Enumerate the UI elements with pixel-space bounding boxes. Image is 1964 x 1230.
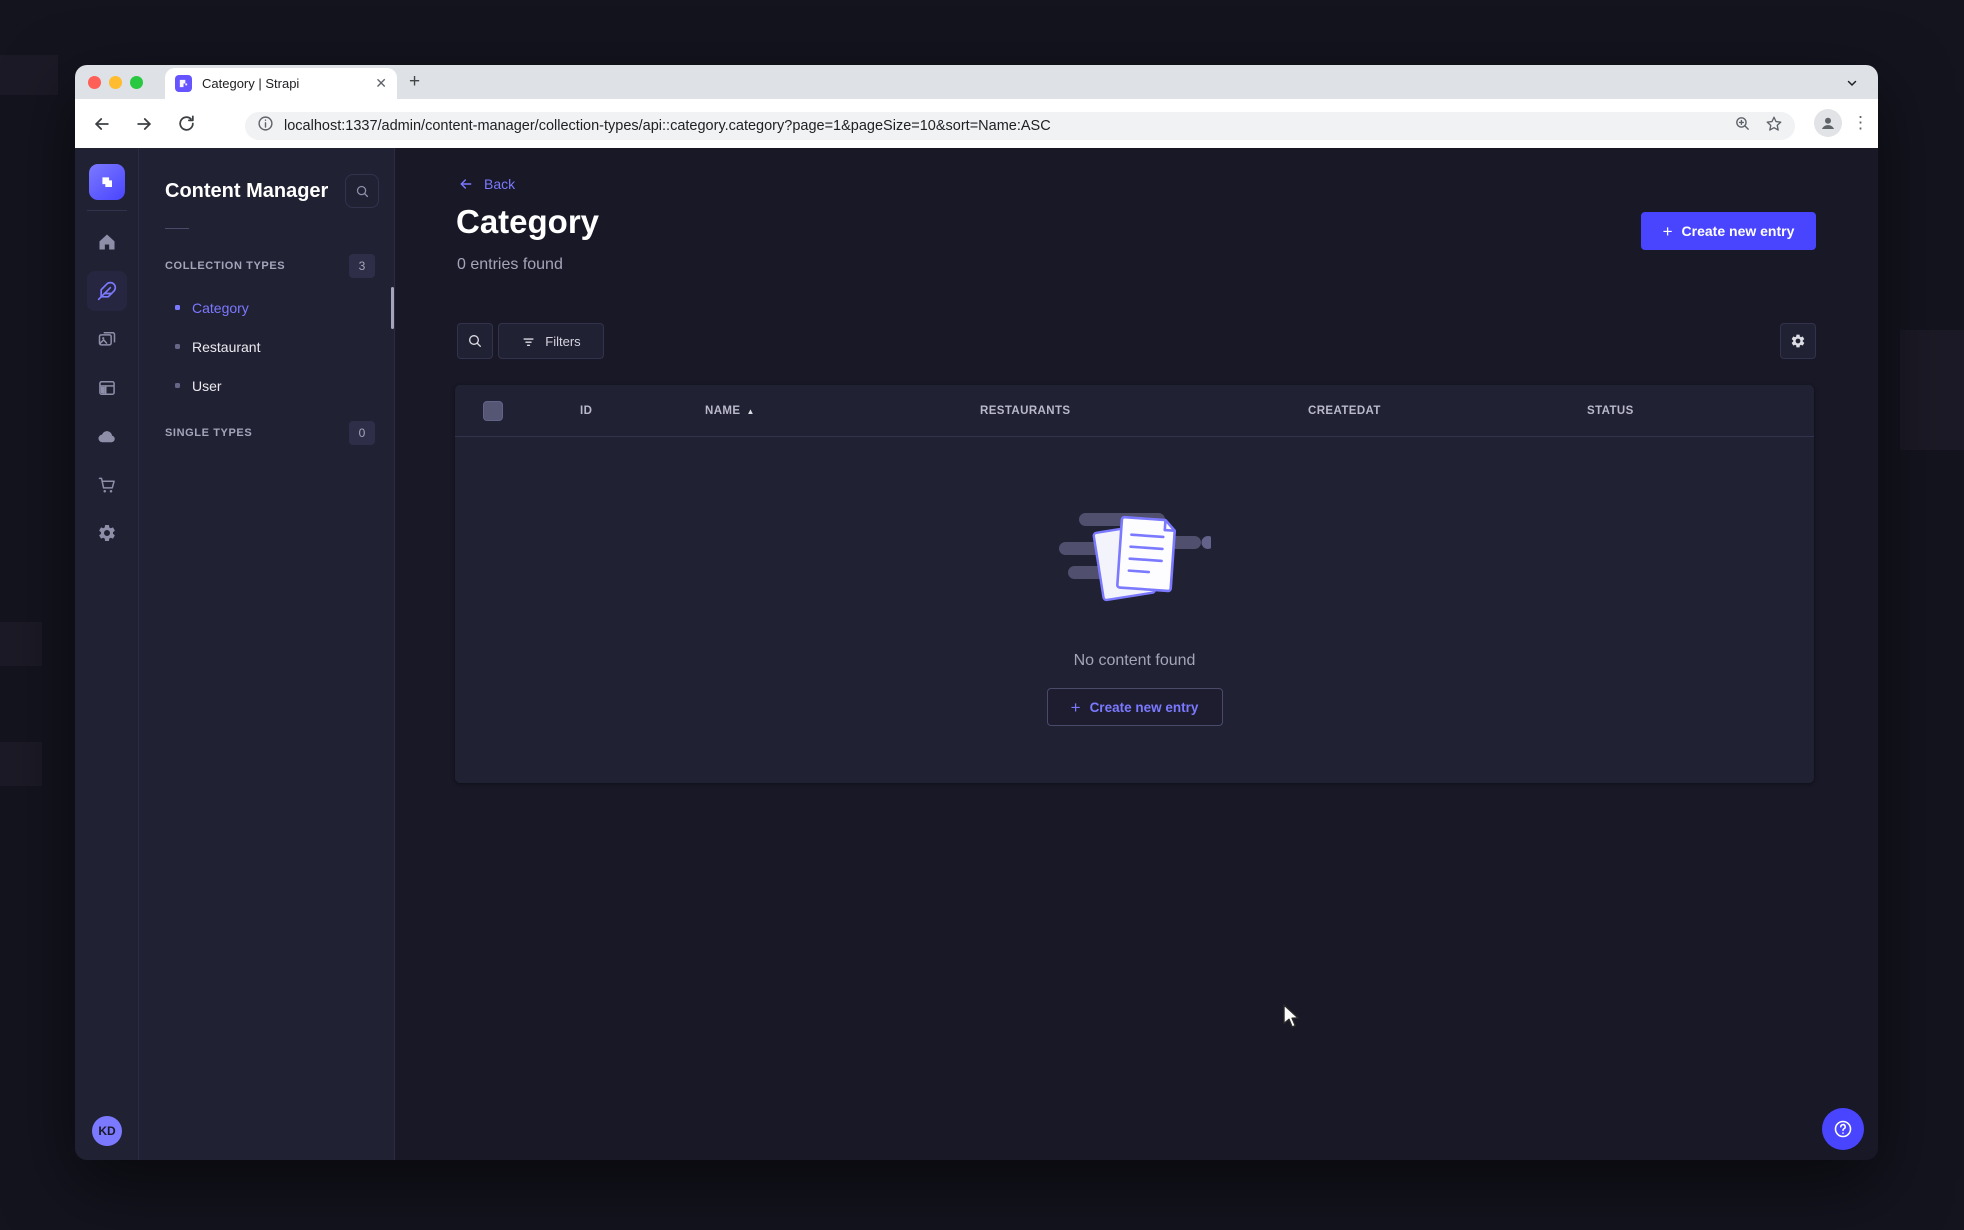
user-avatar[interactable]: KD: [92, 1116, 122, 1146]
active-item-indicator: [391, 287, 394, 329]
rail-divider: [87, 210, 127, 211]
back-arrow-icon: [460, 179, 472, 189]
content-manager-feather-icon[interactable]: [87, 271, 127, 311]
bullet-icon: [175, 344, 180, 349]
table-header: ID NAME ▲ RESTAURANTS CREATEDAT STATUS: [455, 385, 1814, 437]
maximize-window-button[interactable]: [130, 76, 143, 89]
bullet-icon: [175, 383, 180, 388]
window-controls: [88, 76, 143, 89]
single-types-header: SINGLE TYPES 0: [165, 420, 375, 446]
subnav-item-category[interactable]: Category: [165, 288, 365, 327]
strapi-favicon-icon: [175, 75, 192, 92]
browser-toolbar: localhost:1337/admin/content-manager/col…: [75, 99, 1878, 148]
entries-table: ID NAME ▲ RESTAURANTS CREATEDAT STATUS N…: [455, 385, 1814, 783]
back-nav-icon[interactable]: [85, 107, 119, 141]
column-header-restaurants[interactable]: RESTAURANTS: [980, 385, 1070, 437]
empty-create-new-entry-button[interactable]: + Create new entry: [1046, 688, 1223, 726]
page-title: Category: [456, 203, 600, 240]
tab-title: Category | Strapi: [202, 76, 300, 91]
url-bar[interactable]: localhost:1337/admin/content-manager/col…: [245, 112, 1795, 140]
zoom-page-icon[interactable]: [1734, 115, 1751, 137]
forward-nav-icon[interactable]: [127, 107, 161, 141]
column-header-createdat[interactable]: CREATEDAT: [1308, 385, 1381, 437]
sort-ascending-icon: ▲: [746, 406, 755, 416]
help-button[interactable]: [1822, 1108, 1864, 1150]
browser-menu-icon[interactable]: ⋮: [1852, 113, 1869, 133]
close-window-button[interactable]: [88, 76, 101, 89]
plus-icon: +: [1662, 221, 1673, 241]
strapi-logo-icon[interactable]: [89, 164, 125, 200]
content-manager-subnav: Content Manager COLLECTION TYPES 3 Categ…: [139, 148, 395, 1160]
back-link[interactable]: Back: [458, 176, 515, 192]
page-info-icon[interactable]: [257, 115, 274, 137]
collection-types-header: COLLECTION TYPES 3: [165, 253, 375, 279]
reload-icon[interactable]: [169, 107, 203, 141]
tab-search-chevron-icon[interactable]: [1838, 69, 1866, 97]
browser-window: Category | Strapi ✕ + localhost:1337/adm…: [75, 65, 1878, 1160]
bookmark-star-icon[interactable]: [1765, 115, 1783, 138]
subnav-title: Content Manager: [165, 179, 329, 202]
home-icon[interactable]: [87, 222, 127, 262]
subnav-item-user[interactable]: User: [165, 366, 365, 405]
wallpaper-block: [1900, 330, 1964, 450]
url-text: localhost:1337/admin/content-manager/col…: [284, 118, 1051, 134]
subnav-divider: [165, 228, 189, 229]
subnav-search-icon[interactable]: [345, 174, 379, 208]
column-header-id[interactable]: ID: [580, 385, 592, 437]
table-search-icon[interactable]: [457, 323, 493, 359]
new-tab-button[interactable]: +: [409, 71, 420, 93]
content-type-builder-icon[interactable]: [87, 368, 127, 408]
collection-types-badge: 3: [349, 254, 375, 278]
column-header-name[interactable]: NAME ▲: [705, 385, 755, 437]
question-mark-icon: [1834, 1120, 1852, 1138]
empty-documents-illustration: [1058, 505, 1214, 622]
filters-button[interactable]: Filters: [498, 323, 604, 359]
browser-tabstrip: Category | Strapi ✕ +: [75, 65, 1878, 99]
mouse-cursor: [1280, 1004, 1302, 1035]
select-all-checkbox[interactable]: [483, 401, 503, 421]
wallpaper-block: [0, 742, 42, 786]
tab-close-icon[interactable]: ✕: [375, 75, 387, 92]
empty-state: No content found + Create new entry: [455, 437, 1814, 783]
create-new-entry-button[interactable]: + Create new entry: [1641, 212, 1816, 250]
wallpaper-block: [0, 622, 42, 666]
marketplace-cart-icon[interactable]: [87, 465, 127, 505]
settings-gear-icon[interactable]: [87, 513, 127, 553]
single-types-badge: 0: [349, 421, 375, 445]
strapi-app: KD Content Manager COLLECTION TYPES 3 Ca…: [75, 148, 1878, 1160]
media-library-icon[interactable]: [87, 319, 127, 359]
wallpaper-block: [0, 55, 58, 95]
bullet-icon: [175, 305, 180, 310]
browser-tab[interactable]: Category | Strapi ✕: [165, 68, 397, 99]
minimize-window-button[interactable]: [109, 76, 122, 89]
plus-icon: +: [1070, 697, 1081, 717]
entries-count: 0 entries found: [457, 256, 563, 273]
main-content: Back Category 0 entries found + Create n…: [395, 148, 1878, 1160]
subnav-item-restaurant[interactable]: Restaurant: [165, 327, 365, 366]
nav-rail: KD: [75, 148, 139, 1160]
table-settings-gear-icon[interactable]: [1780, 323, 1816, 359]
column-header-status[interactable]: STATUS: [1587, 385, 1634, 437]
browser-profile-icon[interactable]: [1814, 109, 1842, 137]
deploy-cloud-icon[interactable]: [87, 416, 127, 456]
filter-icon: [523, 337, 534, 346]
empty-state-message: No content found: [1073, 652, 1196, 669]
